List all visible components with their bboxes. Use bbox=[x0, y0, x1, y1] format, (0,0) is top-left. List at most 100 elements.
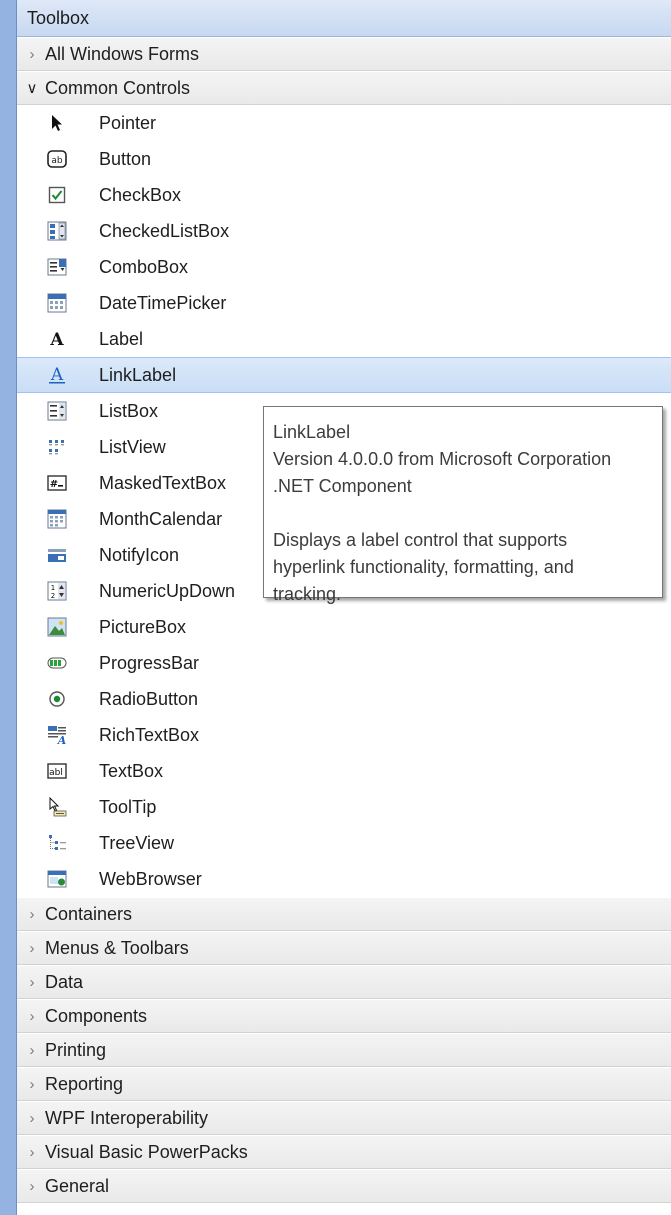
section-label: WPF Interoperability bbox=[45, 1107, 209, 1128]
section-components[interactable]: › Components bbox=[17, 999, 671, 1033]
toolbox-item-label[interactable]: A Label bbox=[17, 321, 671, 357]
toolbox-item-label: Button bbox=[99, 148, 152, 169]
section-visual-basic-powerpacks[interactable]: › Visual Basic PowerPacks bbox=[17, 1135, 671, 1169]
monthcalendar-icon bbox=[47, 509, 67, 529]
svg-text:2: 2 bbox=[51, 592, 55, 600]
toolbox-item-textbox[interactable]: abl TextBox bbox=[17, 753, 671, 789]
toolbox-item-label: MonthCalendar bbox=[99, 508, 223, 529]
section-label: Components bbox=[45, 1005, 148, 1026]
section-label: Menus & Toolbars bbox=[45, 937, 189, 958]
chevron-right-icon: › bbox=[29, 1075, 35, 1093]
webbrowser-icon bbox=[47, 869, 67, 889]
chevron-right-icon: › bbox=[29, 1041, 35, 1059]
section-data[interactable]: › Data bbox=[17, 965, 671, 999]
toolbox-item-label: ToolTip bbox=[99, 796, 157, 817]
toolbox-item-progressbar[interactable]: ProgressBar bbox=[17, 645, 671, 681]
toolbox-item-pointer[interactable]: Pointer bbox=[17, 105, 671, 141]
section-general[interactable]: › General bbox=[17, 1169, 671, 1203]
toolbox-item-combobox[interactable]: ComboBox bbox=[17, 249, 671, 285]
section-label: General bbox=[45, 1175, 110, 1196]
toolbox-item-radiobutton[interactable]: RadioButton bbox=[17, 681, 671, 717]
richtextbox-icon: A bbox=[47, 725, 67, 745]
toolbox-item-label: PictureBox bbox=[99, 616, 187, 637]
toolbox-item-checkedlistbox[interactable]: CheckedListBox bbox=[17, 213, 671, 249]
toolbox-item-label: ListView bbox=[99, 436, 166, 457]
toolbox-item-linklabel[interactable]: A LinkLabel bbox=[17, 357, 671, 393]
toolbox-title: Toolbox bbox=[27, 7, 90, 28]
toolbox-item-treeview[interactable]: TreeView bbox=[17, 825, 671, 861]
section-wpf-interoperability[interactable]: › WPF Interoperability bbox=[17, 1101, 671, 1135]
tooltip-description-line: Displays a label control that supports bbox=[273, 530, 568, 550]
svg-text:A: A bbox=[49, 330, 64, 348]
chevron-right-icon: › bbox=[29, 973, 35, 991]
section-printing[interactable]: › Printing bbox=[17, 1033, 671, 1067]
toolbox-item-label: ProgressBar bbox=[99, 652, 200, 673]
chevron-right-icon: › bbox=[29, 939, 35, 957]
tooltip-version: Version 4.0.0.0 from Microsoft Corporati… bbox=[273, 449, 612, 469]
toolbox-item-label: NumericUpDown bbox=[99, 580, 236, 601]
checkbox-icon bbox=[47, 185, 67, 205]
toolbox-item-webbrowser[interactable]: WebBrowser bbox=[17, 861, 671, 897]
toolbox-item-label: Label bbox=[99, 328, 144, 349]
linklabel-icon: A bbox=[47, 365, 67, 385]
toolbox-item-label: ComboBox bbox=[99, 256, 189, 277]
toolbox-item-label: Pointer bbox=[99, 112, 157, 133]
toolbox-item-label: WebBrowser bbox=[99, 868, 202, 889]
toolbox-item-label: CheckBox bbox=[99, 184, 182, 205]
tooltip-component: .NET Component bbox=[273, 476, 412, 496]
toolbox-item-label: ListBox bbox=[99, 400, 159, 421]
datetimepicker-icon bbox=[47, 293, 67, 313]
button-icon: ab bbox=[47, 149, 67, 169]
section-menus-toolbars[interactable]: › Menus & Toolbars bbox=[17, 931, 671, 965]
section-label: Printing bbox=[45, 1039, 107, 1060]
section-common-controls[interactable]: ∨ Common Controls bbox=[17, 71, 671, 105]
progressbar-icon bbox=[47, 653, 67, 673]
textbox-icon: abl bbox=[47, 761, 67, 781]
toolbox-item-picturebox[interactable]: PictureBox bbox=[17, 609, 671, 645]
chevron-right-icon: › bbox=[29, 1177, 35, 1195]
toolbox-item-label: TreeView bbox=[99, 832, 175, 853]
section-label: All Windows Forms bbox=[45, 43, 200, 64]
toolbox-item-label: CheckedListBox bbox=[99, 220, 230, 241]
notifyicon-icon bbox=[47, 545, 67, 565]
section-containers[interactable]: › Containers bbox=[17, 897, 671, 931]
section-label: Common Controls bbox=[45, 77, 191, 98]
toolbox-item-label: NotifyIcon bbox=[99, 544, 180, 565]
toolbox-item-checkbox[interactable]: CheckBox bbox=[17, 177, 671, 213]
radiobutton-icon bbox=[47, 689, 67, 709]
listbox-icon bbox=[47, 401, 67, 421]
toolbox-item-tooltip[interactable]: ToolTip bbox=[17, 789, 671, 825]
toolbox-item-datetimepicker[interactable]: DateTimePicker bbox=[17, 285, 671, 321]
linklabel-tooltip: LinkLabel Version 4.0.0.0 from Microsoft… bbox=[263, 406, 663, 604]
section-label: Data bbox=[45, 971, 84, 992]
picturebox-icon bbox=[47, 617, 67, 637]
numericupdown-icon: 12 bbox=[47, 581, 67, 601]
section-label: Containers bbox=[45, 903, 133, 924]
checkedlistbox-icon bbox=[47, 221, 67, 241]
toolbox-item-richtextbox[interactable]: A RichTextBox bbox=[17, 717, 671, 753]
chevron-down-icon: ∨ bbox=[26, 80, 38, 97]
svg-text:1: 1 bbox=[51, 584, 55, 592]
section-all-windows-forms[interactable]: › All Windows Forms bbox=[17, 37, 671, 71]
chevron-right-icon: › bbox=[29, 1007, 35, 1025]
svg-text:#: # bbox=[50, 479, 58, 490]
pointer-icon bbox=[47, 113, 67, 133]
toolbox-item-label: LinkLabel bbox=[99, 364, 177, 385]
treeview-icon bbox=[47, 833, 67, 853]
section-label: Visual Basic PowerPacks bbox=[45, 1141, 248, 1162]
toolbox-title-bar[interactable]: Toolbox bbox=[17, 0, 671, 37]
tooltip-description-line: tracking. bbox=[273, 584, 342, 604]
toolbox-item-label: TextBox bbox=[99, 760, 164, 781]
combobox-icon bbox=[47, 257, 67, 277]
chevron-right-icon: › bbox=[29, 905, 35, 923]
toolbox-item-button[interactable]: ab Button bbox=[17, 141, 671, 177]
label-icon: A bbox=[47, 329, 67, 349]
maskedtextbox-icon: # bbox=[47, 473, 67, 493]
section-reporting[interactable]: › Reporting bbox=[17, 1067, 671, 1101]
tooltip-icon bbox=[47, 797, 67, 817]
svg-text:ab: ab bbox=[51, 156, 63, 166]
chevron-right-icon: › bbox=[29, 45, 35, 63]
chevron-right-icon: › bbox=[29, 1143, 35, 1161]
toolbox-item-label: RichTextBox bbox=[99, 724, 200, 745]
section-label: Reporting bbox=[45, 1073, 124, 1094]
